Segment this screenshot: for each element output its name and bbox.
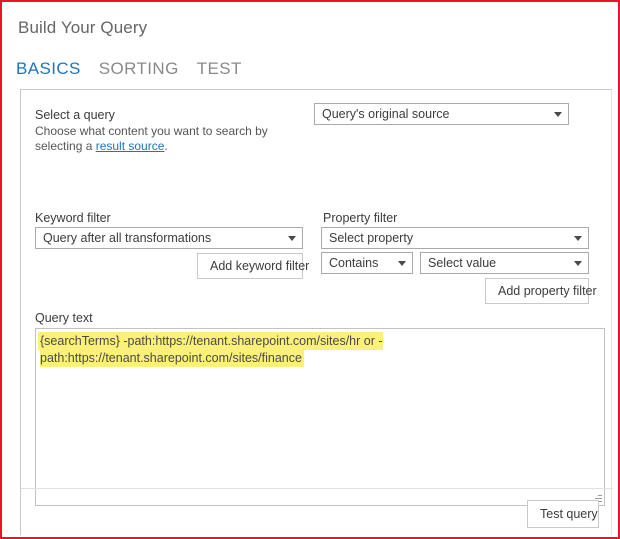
keyword-filter-select-value: Query after all transformations [43, 231, 212, 245]
select-a-query-label: Select a query [35, 108, 115, 122]
property-operator-select[interactable]: Contains [321, 252, 413, 274]
tab-test[interactable]: TEST [197, 59, 242, 79]
help-text-suffix: . [164, 139, 168, 153]
add-property-filter-button[interactable]: Add property filter [485, 278, 597, 304]
property-value-select-value: Select value [428, 256, 497, 270]
query-text-content[interactable]: {searchTerms} -path:https://tenant.share… [40, 333, 596, 367]
chevron-down-icon [574, 235, 582, 241]
chevron-down-icon [574, 260, 582, 266]
basics-panel: Select a query Choose what content you w… [20, 89, 613, 535]
footer-divider [21, 488, 613, 489]
build-query-dialog: Build Your Query BASICS SORTING TEST Sel… [0, 0, 620, 539]
property-select-value: Select property [329, 231, 414, 245]
property-filter-label: Property filter [323, 211, 398, 225]
property-operator-select-value: Contains [329, 256, 379, 270]
chevron-down-icon [288, 235, 296, 241]
property-value-select[interactable]: Select value [420, 252, 589, 274]
result-source-link[interactable]: result source [96, 139, 165, 153]
test-query-button[interactable]: Test query [527, 500, 599, 528]
query-text-editor[interactable]: {searchTerms} -path:https://tenant.share… [35, 328, 605, 506]
result-source-select[interactable]: Query's original source [314, 103, 569, 125]
tab-basics[interactable]: BASICS [16, 59, 81, 79]
add-keyword-filter-button[interactable]: Add keyword filter [197, 253, 309, 279]
result-source-select-value: Query's original source [322, 107, 450, 121]
chevron-down-icon [554, 111, 562, 117]
query-text-value: {searchTerms} -path:https://tenant.share… [40, 334, 383, 365]
keyword-filter-select[interactable]: Query after all transformations [35, 227, 303, 249]
tab-strip: BASICS SORTING TEST [16, 59, 242, 79]
keyword-filter-label: Keyword filter [35, 211, 111, 225]
query-text-label: Query text [35, 311, 93, 325]
tab-sorting[interactable]: SORTING [99, 59, 179, 79]
property-select[interactable]: Select property [321, 227, 589, 249]
dialog-title: Build Your Query [18, 18, 148, 37]
chevron-down-icon [398, 260, 406, 266]
select-a-query-help: Choose what content you want to search b… [35, 124, 285, 154]
